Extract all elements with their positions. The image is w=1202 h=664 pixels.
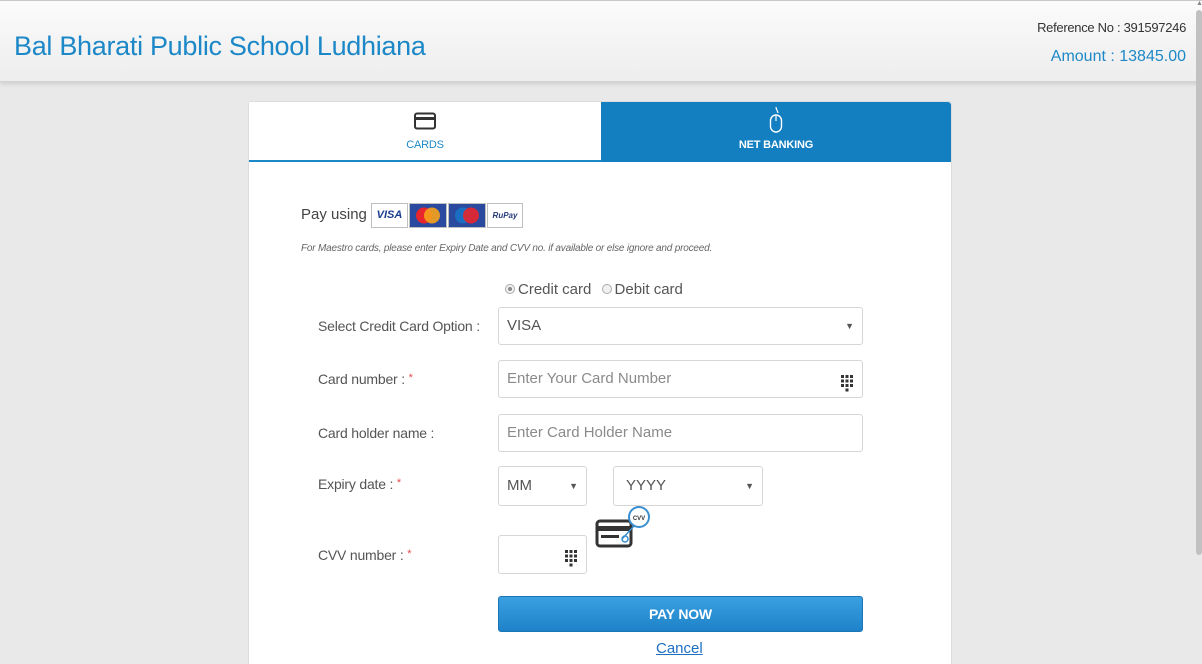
cvv-hint-card-icon: CVV <box>595 499 651 554</box>
reference-number: Reference No : 391597246 <box>1037 20 1186 35</box>
cvv-label-text: CVV number : <box>318 547 404 563</box>
holder-name-input[interactable]: Enter Card Holder Name <box>498 414 863 452</box>
card-number-input[interactable]: Enter Your Card Number <box>498 360 863 398</box>
maestro-note: For Maestro cards, please enter Expiry D… <box>301 243 713 254</box>
credit-card-radio[interactable] <box>505 284 515 294</box>
pay-now-button[interactable]: PAY NOW <box>498 596 863 632</box>
pay-using-label: Pay using <box>301 206 367 223</box>
card-type-radio-group: Credit card Debit card <box>505 281 689 298</box>
payment-method-tabs: CARDS NET BANKING <box>249 102 951 162</box>
holder-name-label: Card holder name : <box>318 425 435 441</box>
cancel-link[interactable]: Cancel <box>656 640 703 657</box>
cvv-label: CVV number : * <box>318 547 412 563</box>
mastercard-logo <box>409 203 447 228</box>
debit-card-radio[interactable] <box>601 284 612 294</box>
chevron-down-icon: ▼ <box>845 321 854 331</box>
scroll-up-arrow-icon[interactable]: ▲ <box>1196 0 1202 8</box>
visa-logo: VISA <box>371 203 408 228</box>
tab-net-banking[interactable]: NET BANKING <box>601 102 951 162</box>
tab-net-banking-label: NET BANKING <box>738 139 814 151</box>
virtual-keypad-icon[interactable] <box>564 545 578 581</box>
payment-panel: CARDS NET BANKING Pay using VISA RuPay F… <box>248 101 952 664</box>
payment-amount: Amount : 13845.00 <box>1050 48 1186 65</box>
debit-card-radio-label[interactable]: Debit card <box>615 281 683 298</box>
card-number-label: Card number : * <box>318 371 413 387</box>
school-name: Bal Bharati Public School Ludhiana <box>14 31 426 61</box>
card-option-label: Select Credit Card Option : <box>318 318 480 334</box>
vertical-scrollbar[interactable] <box>1196 10 1202 555</box>
card-option-select[interactable]: VISA ▼ <box>498 307 863 345</box>
chevron-down-icon: ▼ <box>569 481 578 491</box>
card-option-value: VISA <box>507 317 542 334</box>
virtual-keypad-icon[interactable] <box>840 370 854 406</box>
expiry-date-label: Expiry date : * <box>318 476 401 492</box>
expiry-year-value: YYYY <box>626 477 667 494</box>
cvv-input[interactable] <box>498 535 587 574</box>
required-mark: * <box>408 372 413 384</box>
card-icon <box>414 112 436 135</box>
required-mark: * <box>396 477 402 489</box>
cvv-badge-text: CVV <box>633 516 645 522</box>
tab-cards-label: CARDS <box>406 139 444 151</box>
tab-cards[interactable]: CARDS <box>249 102 601 162</box>
expiry-month-value: MM <box>507 477 532 494</box>
expiry-month-select[interactable]: MM ▼ <box>498 466 587 506</box>
credit-card-radio-label[interactable]: Credit card <box>518 281 591 298</box>
card-number-label-text: Card number : <box>318 371 405 387</box>
required-mark: * <box>407 548 412 560</box>
rupay-logo: RuPay <box>487 203 523 228</box>
chevron-down-icon: ▼ <box>745 481 754 491</box>
page-header: Bal Bharati Public School Ludhiana Refer… <box>0 0 1202 82</box>
expiry-date-label-text: Expiry date : <box>318 476 394 492</box>
maestro-logo <box>448 203 486 228</box>
holder-name-placeholder: Enter Card Holder Name <box>507 424 673 441</box>
card-number-placeholder: Enter Your Card Number <box>507 370 672 387</box>
mouse-icon <box>769 106 783 141</box>
